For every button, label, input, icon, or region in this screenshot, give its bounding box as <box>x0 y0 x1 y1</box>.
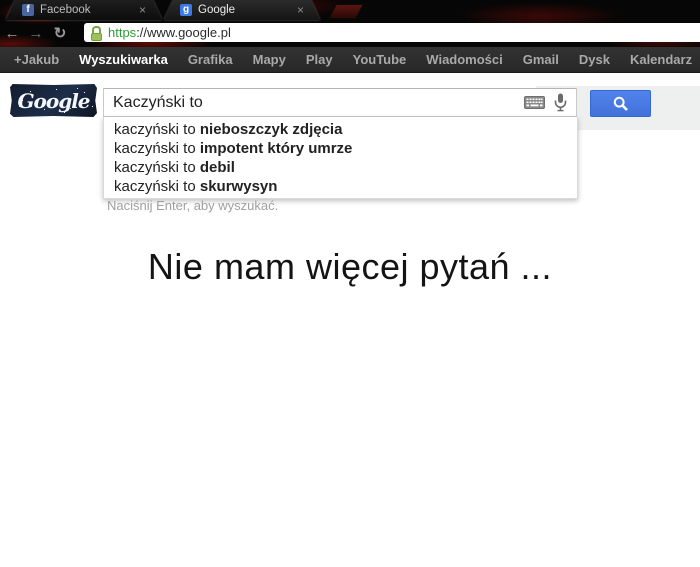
browser-tab-google[interactable]: g Google × <box>164 0 320 20</box>
search-query-text: Kaczyński to <box>104 94 524 112</box>
navbar-item-dysk[interactable]: Dysk <box>569 52 620 67</box>
navbar-item-kalendarz[interactable]: Kalendarz <box>620 52 700 67</box>
navbar-item-jakub[interactable]: +Jakub <box>4 52 69 67</box>
url-text: https://www.google.pl <box>108 25 231 40</box>
browser-tab-facebook[interactable]: f Facebook × <box>6 0 162 20</box>
address-bar[interactable]: https://www.google.pl <box>84 23 700 42</box>
tab-bar: g Google × f Facebook × <box>0 0 700 20</box>
google-favicon-icon: g <box>180 4 192 16</box>
press-enter-hint: Naciśnij Enter, aby wyszukać. <box>107 198 278 213</box>
suggestion-completion: skurwysyn <box>200 178 278 195</box>
tab-close-icon[interactable]: × <box>297 4 304 16</box>
tab-title: Facebook <box>40 4 133 16</box>
screenshot-root: g Google × f Facebook × ← → ↻ https://www.goo… <box>0 0 700 567</box>
suggestion-row[interactable]: kaczyński to impotent który umrze <box>104 139 577 158</box>
google-black-bar: +JakubWyszukiwarkaGrafikaMapyPlayYouTube… <box>0 47 700 73</box>
url-rest: ://www.google.pl <box>136 25 231 40</box>
logo-text: Google <box>17 89 89 113</box>
tab-title: Google <box>198 4 291 16</box>
browser-chrome: g Google × f Facebook × ← → ↻ https://www.goo… <box>0 0 700 48</box>
suggestion-row[interactable]: kaczyński to nieboszczyk zdjęcia <box>104 120 577 139</box>
suggestion-prefix: kaczyński to <box>114 121 200 138</box>
suggestion-completion: nieboszczyk zdjęcia <box>200 121 343 138</box>
navbar-item-wiadomości[interactable]: Wiadomości <box>416 52 512 67</box>
navbar-item-youtube[interactable]: YouTube <box>343 52 417 67</box>
google-doodle-logo[interactable]: Google <box>10 84 97 117</box>
facebook-favicon-icon: f <box>22 4 34 16</box>
navbar-item-wyszukiwarka[interactable]: Wyszukiwarka <box>69 52 178 67</box>
suggestion-prefix: kaczyński to <box>114 178 200 195</box>
back-button[interactable]: ← <box>0 25 24 42</box>
suggestion-row[interactable]: kaczyński to debil <box>104 158 577 177</box>
tab-close-icon[interactable]: × <box>139 4 146 16</box>
forward-button[interactable]: → <box>24 25 48 42</box>
ssl-lock-icon <box>90 26 103 40</box>
navbar-item-mapy[interactable]: Mapy <box>243 52 296 67</box>
search-magnifier-icon <box>612 95 630 113</box>
navbar-item-gmail[interactable]: Gmail <box>513 52 569 67</box>
suggestion-prefix: kaczyński to <box>114 159 200 176</box>
navbar-item-play[interactable]: Play <box>296 52 343 67</box>
microphone-icon[interactable] <box>554 93 567 112</box>
suggestion-prefix: kaczyński to <box>114 140 200 157</box>
search-button[interactable] <box>590 90 651 117</box>
new-tab-button[interactable] <box>328 4 364 19</box>
keyboard-icon[interactable] <box>524 96 545 109</box>
meme-caption: Nie mam więcej pytań ... <box>0 246 700 288</box>
url-scheme: https <box>108 25 136 40</box>
suggestion-completion: debil <box>200 159 235 176</box>
reload-button[interactable]: ↻ <box>48 24 72 42</box>
suggestion-row[interactable]: kaczyński to skurwysyn <box>104 177 577 196</box>
navbar-item-grafika[interactable]: Grafika <box>178 52 243 67</box>
suggestion-completion: impotent który umrze <box>200 140 353 157</box>
search-input[interactable]: Kaczyński to <box>103 88 577 117</box>
autocomplete-dropdown: kaczyński to nieboszczyk zdjęciakaczyńsk… <box>103 117 578 199</box>
browser-toolbar: ← → ↻ https://www.google.pl <box>0 20 700 46</box>
